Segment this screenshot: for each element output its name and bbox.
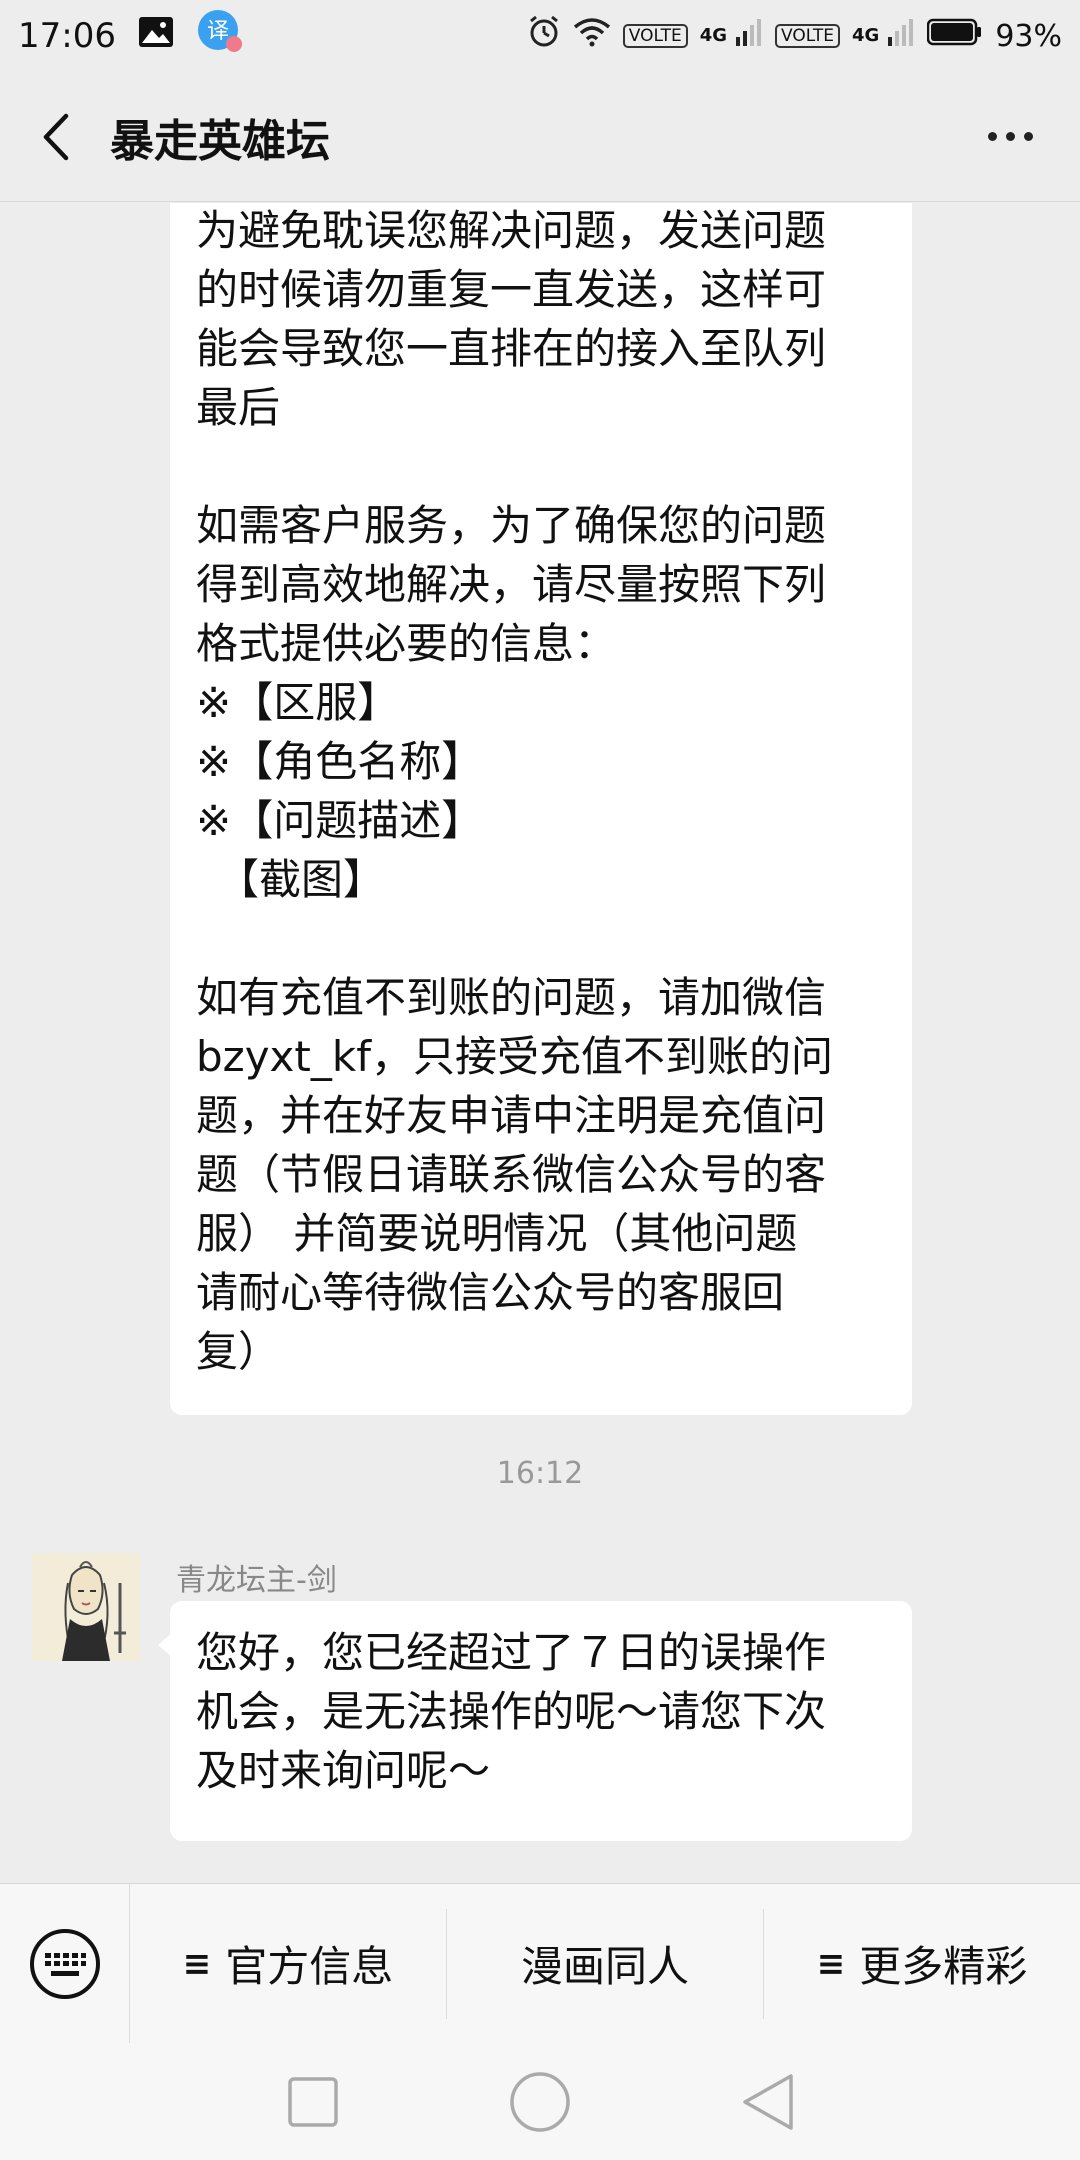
message-bubble[interactable]: 您好，您已经超过了７日的误操作 机会，是无法操作的呢～请您下次 及时来询问呢～ (158, 1601, 912, 1841)
chat-messages[interactable]: 为避免耽误您解决问题，发送问题 的时候请勿重复一直发送，这样可 能会导致您一直排… (0, 203, 1080, 1883)
recents-button[interactable] (273, 2062, 353, 2142)
message-bubble[interactable]: 为避免耽误您解决问题，发送问题 的时候请勿重复一直发送，这样可 能会导致您一直排… (170, 203, 912, 1415)
menu-item-official-info[interactable]: ≡ 官方信息 (130, 1909, 446, 2019)
battery-percent: 93% (995, 18, 1062, 54)
status-left: 17:06 译 (18, 8, 244, 65)
menu-item-comics[interactable]: 漫画同人 (446, 1908, 763, 2019)
menu-item-label: 漫画同人 (520, 1942, 689, 1991)
menu-item-more[interactable]: ≡ 更多精彩 (763, 1908, 1080, 2019)
message-timestamp: 16:12 (496, 1456, 584, 1491)
back-triangle-icon (742, 2073, 793, 2130)
back-button[interactable] (30, 107, 80, 167)
keyboard-toggle-button[interactable] (0, 1884, 130, 2043)
home-button[interactable] (500, 2062, 580, 2142)
menu-item-label: 官方信息 (225, 1942, 394, 1991)
recents-square-icon (288, 2076, 339, 2127)
translate-app-icon: 译 (196, 8, 244, 65)
more-options-button[interactable] (970, 107, 1050, 167)
keyboard-icon (29, 1928, 100, 1999)
network-type-1: 4G (699, 25, 728, 46)
menu-list-icon: ≡ (816, 1943, 846, 1984)
more-dots-icon (987, 132, 997, 141)
svg-text:译: 译 (207, 19, 229, 44)
more-dot (1023, 132, 1033, 141)
sender-name: 青龙坛主-剑 (176, 1563, 337, 1598)
avatar[interactable] (32, 1553, 140, 1661)
status-time: 17:06 (18, 16, 116, 56)
back-nav-button[interactable] (727, 2062, 807, 2142)
network-type-2: 4G (852, 25, 880, 46)
chat-title: 暴走英雄坛 (110, 115, 330, 167)
volte-badge-1: VOLTE (622, 24, 688, 48)
more-dot (1005, 132, 1015, 141)
official-account-menu: ≡ 官方信息 漫画同人 ≡ 更多精彩 (0, 1883, 1080, 2043)
alarm-icon (527, 15, 561, 57)
home-circle-icon (510, 2071, 570, 2132)
volte-badge-2: VOLTE (775, 24, 840, 48)
avatar-image (32, 1553, 140, 1661)
wifi-icon (573, 17, 611, 55)
chat-header: 暴走英雄坛 (0, 72, 1080, 202)
menu-list-icon: ≡ (182, 1943, 212, 1984)
signal-icon-2 (887, 17, 915, 55)
menu-item-label: 更多精彩 (859, 1942, 1028, 1991)
screen: 17:06 译 VOLTE 4G VOLTE 4G 93% 暴走英雄坛 为避免耽… (0, 0, 1080, 2160)
image-icon (138, 16, 174, 57)
back-arrow-icon (43, 113, 69, 160)
system-navigation-bar (0, 2043, 1080, 2160)
status-bar: 17:06 译 VOLTE 4G VOLTE 4G 93% (0, 0, 1080, 72)
battery-icon (927, 17, 983, 55)
signal-icon-1 (735, 17, 763, 55)
status-right: VOLTE 4G VOLTE 4G 93% (527, 15, 1062, 57)
